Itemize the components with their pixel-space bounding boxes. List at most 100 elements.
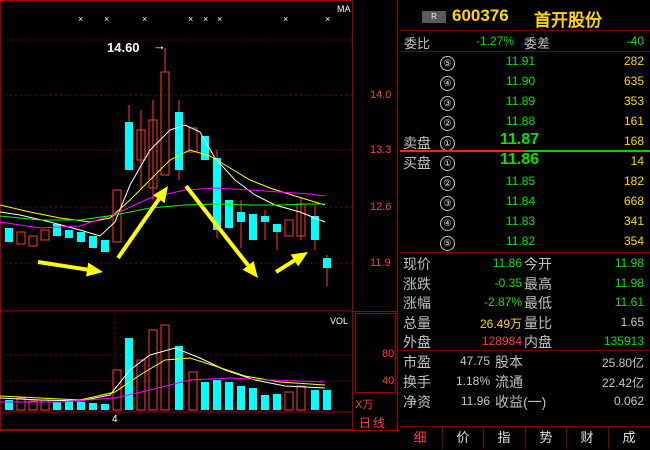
buy-volume: 182 — [623, 174, 644, 188]
volume-bar-down — [53, 402, 61, 410]
quote-header: R 600376 首开股份 — [400, 0, 650, 31]
sell-price: 11.87 — [500, 131, 540, 148]
tab-4[interactable]: 财 — [566, 427, 607, 449]
sell-volume: 282 — [623, 54, 644, 68]
market-badge: R — [422, 11, 446, 23]
level-badge: ③ — [440, 96, 455, 111]
ratio-label: 委比 — [404, 36, 431, 51]
stat-value: 26.49万 — [479, 316, 522, 331]
buy-price: 11.82 — [506, 234, 536, 248]
fund-label: 股本 — [495, 354, 523, 370]
level-badge: ③ — [440, 196, 455, 211]
candle-down — [175, 112, 183, 170]
volume-bar-down — [101, 404, 109, 410]
top-mark: × — [325, 14, 331, 24]
tab-3[interactable]: 势 — [525, 427, 566, 449]
stock-name: 首开股份 — [534, 11, 602, 30]
level-badge: ⑤ — [440, 236, 455, 251]
buy-row[interactable]: ⑤ 11.82 354 — [400, 231, 650, 251]
buy-volume: 354 — [623, 234, 644, 248]
volume-bar-down — [201, 382, 209, 410]
buy-price: 11.83 — [506, 214, 536, 228]
candle-up — [16, 231, 26, 245]
price-axis: 14.0 13.3 12.6 11.9 80 40 X万 日线 — [353, 0, 398, 430]
volume-bar-down — [89, 403, 97, 410]
fund-value: 11.96 — [460, 394, 490, 408]
candle-down — [125, 122, 133, 170]
buy-price: 11.84 — [506, 194, 536, 208]
level-badge: ④ — [440, 76, 455, 91]
candle-down — [77, 232, 85, 242]
volume-ma-line — [0, 347, 326, 402]
day-line-button[interactable]: 日线 — [359, 414, 387, 431]
sell-volume: 168 — [623, 134, 644, 148]
candle-down — [261, 216, 269, 222]
quote-panel: R 600376 首开股份 委比 -1.27% 委差 -40 ⑤ 11.91 282… — [400, 0, 650, 449]
sell-row[interactable]: ② 11.88 161 — [400, 111, 650, 131]
annotation-arrow-head — [86, 262, 103, 277]
sell-row[interactable]: ④ 11.90 635 — [400, 71, 650, 91]
candle-down — [273, 224, 281, 232]
sell-row[interactable]: ⑤ 11.91 282 — [400, 51, 650, 71]
stat-row: 总量 26.49万 量比 1.65 — [400, 312, 650, 332]
volume-bar-down — [213, 380, 221, 410]
ma-line — [0, 149, 326, 223]
stat-label: 外盘 — [403, 334, 431, 350]
fundamental-row: 市盈 47.75 股本 25.80亿 — [400, 351, 650, 371]
tab-0[interactable]: 细 — [400, 427, 440, 449]
peak-price-label: 14.60 — [107, 40, 140, 55]
sell-row[interactable]: ① 11.87 168 — [400, 131, 650, 151]
level-badge: ② — [440, 176, 455, 191]
tab-5[interactable]: 成 — [608, 427, 649, 449]
volume-bar-down — [273, 394, 281, 410]
ma-line — [0, 203, 325, 221]
annotation-arrow — [116, 198, 161, 260]
stat-value: 11.61 — [614, 295, 644, 309]
stat-label: 最低 — [524, 295, 552, 311]
sell-volume: 635 — [623, 74, 644, 88]
fund-value: 25.80亿 — [601, 356, 644, 370]
volume-bar-down — [311, 390, 319, 410]
stat-label: 内盘 — [524, 334, 552, 350]
price-tick-13: 13.3 — [370, 144, 392, 156]
volume-bar-up — [16, 397, 26, 411]
vol-unit: X万 — [355, 399, 374, 411]
volume-bar-down — [237, 386, 245, 410]
stat-value: 11.98 — [614, 256, 644, 270]
ma-line — [0, 124, 326, 237]
level-badge: ① — [440, 156, 455, 171]
stat-label: 今开 — [524, 256, 552, 272]
stat-value: 11.86 — [492, 256, 522, 270]
candle-up — [160, 71, 170, 176]
buy-row[interactable]: ② 11.85 182 — [400, 171, 650, 191]
volume-bar-down — [175, 346, 183, 410]
kline-chart-panel[interactable]: × × × × × × × × MA 14.60 → VOL 4 — [0, 0, 353, 430]
fund-value: 1.18% — [455, 374, 490, 388]
tab-1[interactable]: 价 — [442, 427, 483, 449]
volume-bar-up — [136, 359, 146, 411]
fund-label: 市盈 — [403, 354, 431, 370]
stat-row: 外盘 128984 内盘 135913 — [400, 331, 650, 351]
buy-row[interactable]: ① 11.86 14 — [400, 151, 650, 171]
buy-row[interactable]: ④ 11.83 341 — [400, 211, 650, 231]
volume-bar-up — [296, 385, 306, 411]
candle-down — [65, 230, 73, 238]
top-mark: × — [78, 14, 84, 24]
stat-value: 135913 — [603, 334, 644, 348]
sell-row[interactable]: ③ 11.89 353 — [400, 91, 650, 111]
sell-volume: 161 — [623, 114, 644, 128]
candle-up — [28, 235, 38, 247]
candle-down — [323, 258, 331, 268]
stat-value: 128984 — [481, 334, 522, 348]
price-tick-12: 12.6 — [370, 201, 392, 213]
ratio-row: 委比 -1.27% 委差 -40 — [400, 31, 650, 52]
level-badge: ⑤ — [440, 56, 455, 71]
buy-row[interactable]: ③ 11.84 668 — [400, 191, 650, 211]
stat-value: 1.65 — [620, 314, 644, 329]
buy-volume: 14 — [630, 154, 644, 168]
price-tick-11: 11.9 — [370, 257, 391, 269]
candle-down — [5, 228, 13, 242]
candle-down — [237, 212, 245, 222]
volume-bar-down — [261, 395, 269, 410]
tab-2[interactable]: 指 — [483, 427, 524, 449]
